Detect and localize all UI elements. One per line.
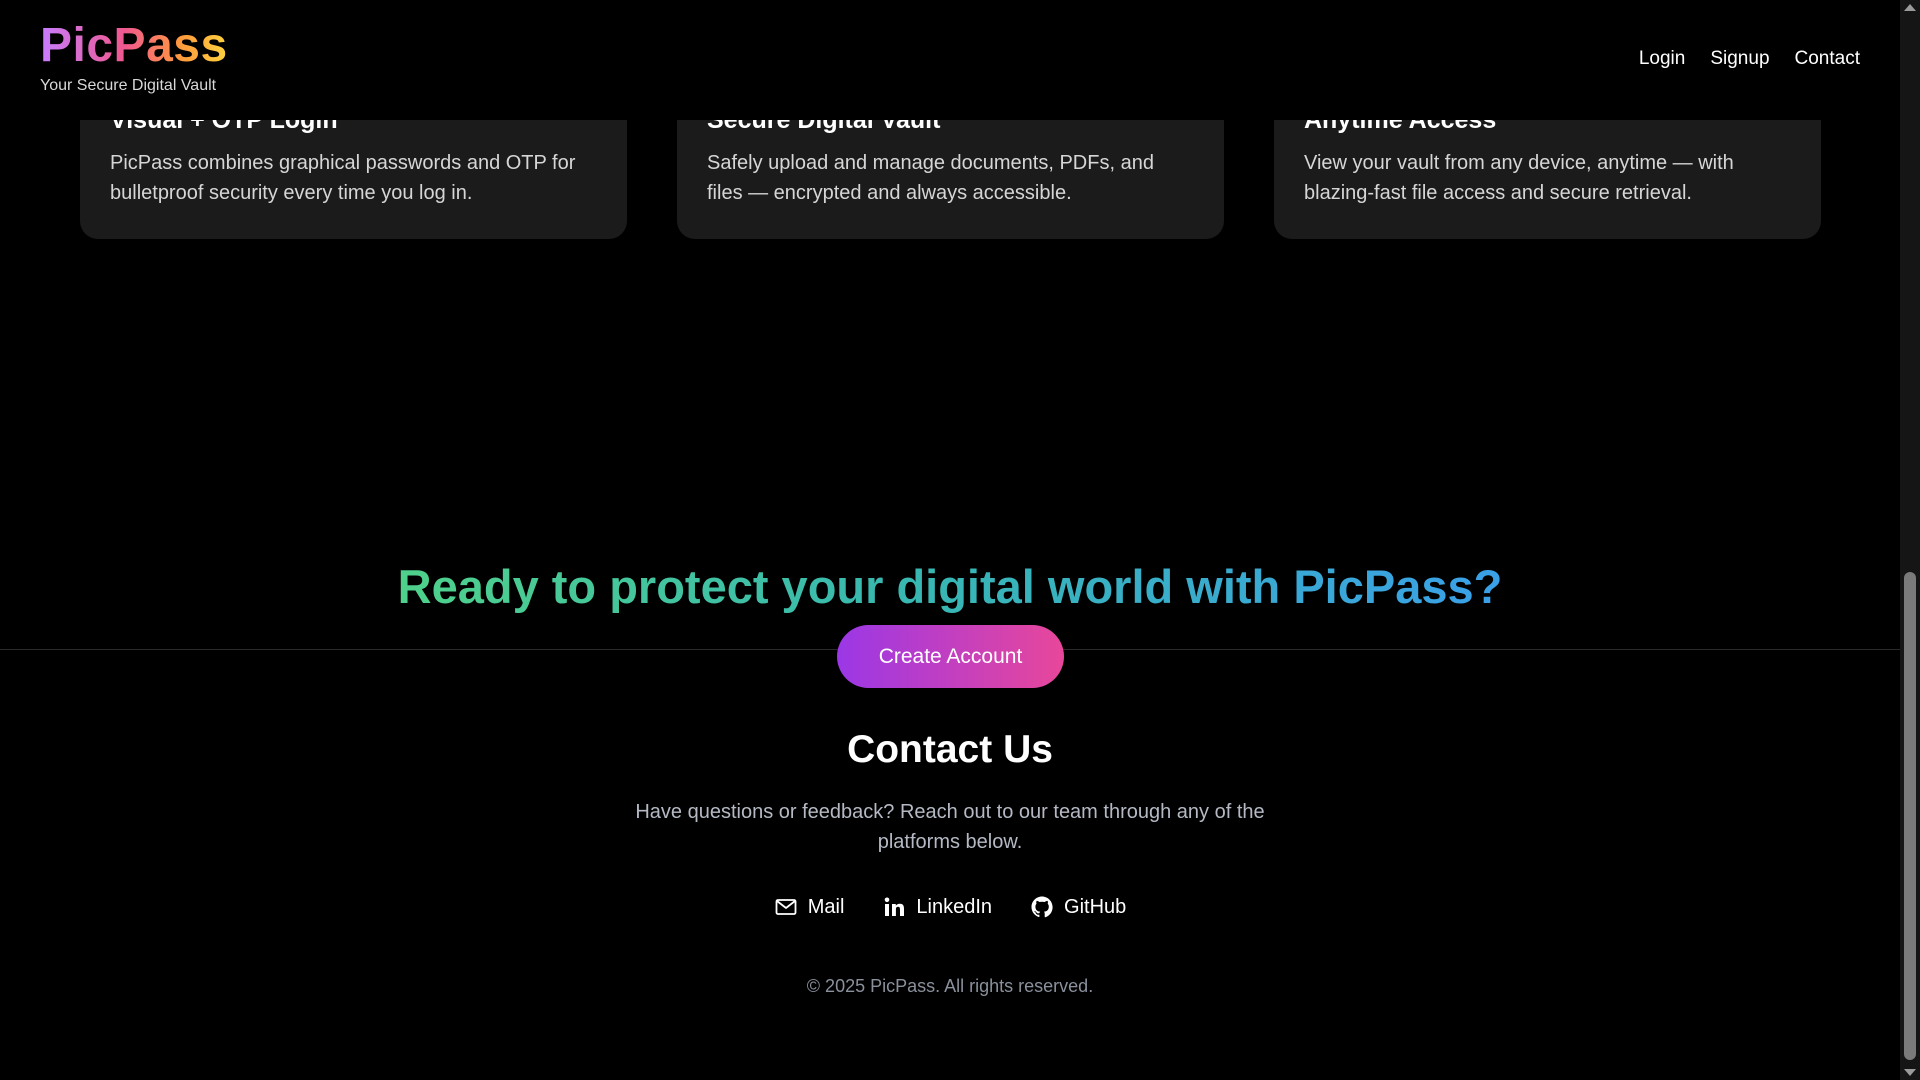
cta-heading: Ready to protect your digital world with… xyxy=(0,558,1900,616)
vertical-scrollbar[interactable] xyxy=(1900,0,1920,1080)
github-link[interactable]: GitHub xyxy=(1030,895,1126,919)
feature-card-description: Safely upload and manage documents, PDFs… xyxy=(707,152,1154,204)
contact-heading: Contact Us xyxy=(847,728,1053,771)
brand-tagline: Your Secure Digital Vault xyxy=(40,77,217,94)
site-header: PicPass Your Secure Digital Vault Login … xyxy=(0,0,1900,120)
nav-login-link[interactable]: Login xyxy=(1639,48,1686,70)
brand-logo[interactable]: PicPass xyxy=(40,18,228,74)
linkedin-link-label: LinkedIn xyxy=(916,895,993,918)
feature-card-description: View your vault from any device, anytime… xyxy=(1304,152,1734,204)
feature-card-description: PicPass combines graphical passwords and… xyxy=(110,152,576,204)
github-link-label: GitHub xyxy=(1064,895,1127,918)
scroll-down-arrow-icon[interactable] xyxy=(1904,1069,1916,1076)
page: Visual + OTP Login PicPass combines grap… xyxy=(0,0,1920,1080)
nav-signup-link[interactable]: Signup xyxy=(1710,48,1769,70)
create-account-button[interactable]: Create Account xyxy=(837,625,1064,688)
linkedin-link[interactable]: LinkedIn xyxy=(882,895,992,919)
mail-link-label: Mail xyxy=(807,895,845,918)
scrollbar-thumb[interactable] xyxy=(1904,572,1916,1060)
mail-link[interactable]: Mail xyxy=(774,895,845,919)
scroll-up-arrow-icon[interactable] xyxy=(1904,4,1916,11)
github-icon xyxy=(1030,895,1054,919)
footer-copyright: © 2025 PicPass. All rights reserved. xyxy=(806,976,1094,996)
contact-links: Mail LinkedIn GitHub xyxy=(0,895,1900,919)
contact-description: Have questions or feedback? Reach out to… xyxy=(635,801,1265,853)
linkedin-icon xyxy=(882,895,906,919)
mail-icon xyxy=(774,895,798,919)
cta-heading-text: Ready to protect your digital world with… xyxy=(397,560,1503,613)
nav-contact-link[interactable]: Contact xyxy=(1795,48,1860,70)
main-nav: Login Signup Contact xyxy=(1639,48,1860,70)
